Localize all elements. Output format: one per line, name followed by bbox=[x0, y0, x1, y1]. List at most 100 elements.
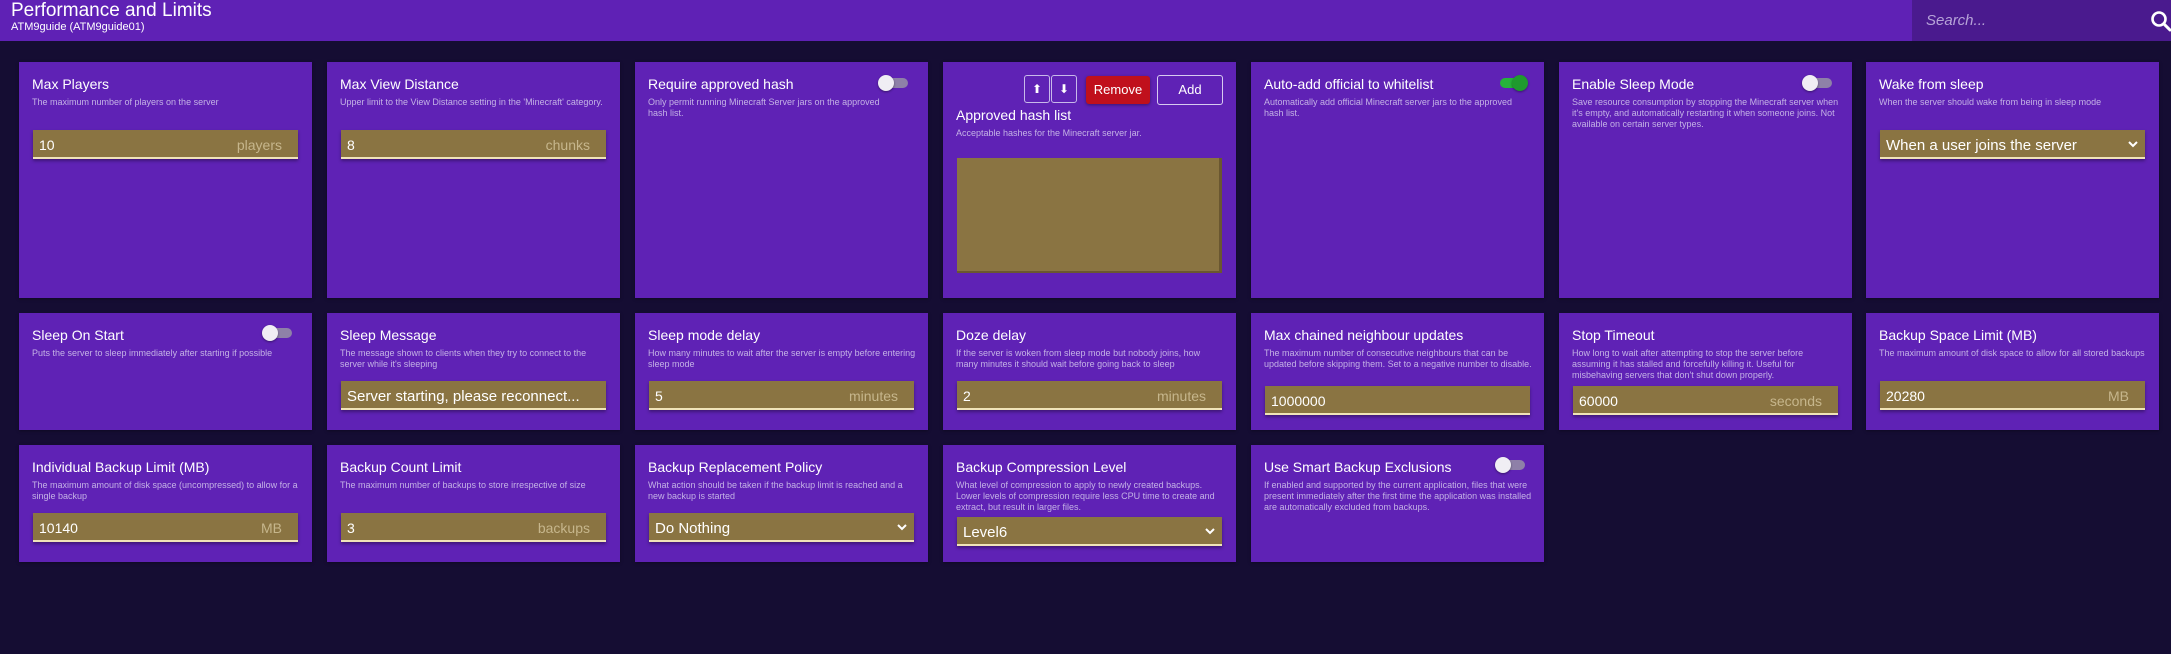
sleep-on-start-card: Sleep On Start Puts the server to sleep … bbox=[19, 313, 312, 430]
toggle-knob bbox=[262, 325, 278, 341]
card-title: Max chained neighbour updates bbox=[1264, 327, 1464, 343]
max-chained-neighbour-updates-input[interactable]: 1000000 bbox=[1265, 386, 1530, 415]
backup-replacement-policy-select[interactable]: Do Nothing bbox=[649, 513, 914, 542]
card-title: Max View Distance bbox=[340, 76, 459, 92]
field-unit: MB bbox=[2108, 388, 2129, 404]
card-title: Backup Compression Level bbox=[956, 459, 1127, 475]
card-description: The maximum amount of disk space (uncomp… bbox=[32, 480, 298, 501]
individual-backup-limit-card: Individual Backup Limit (MB) The maximum… bbox=[19, 445, 312, 562]
card-title: Use Smart Backup Exclusions bbox=[1264, 459, 1452, 475]
card-title: Sleep Message bbox=[340, 327, 437, 343]
smart-backup-exclusions-card: Use Smart Backup Exclusions If enabled a… bbox=[1251, 445, 1544, 562]
field-value: 60000 bbox=[1579, 393, 1618, 409]
backup-space-limit-input[interactable]: 20280 MB bbox=[1880, 381, 2145, 410]
field-value: Level6 bbox=[963, 524, 1008, 541]
field-value: 2 bbox=[963, 388, 971, 404]
card-description: What action should be taken if the backu… bbox=[648, 480, 903, 501]
toggle-knob bbox=[878, 75, 894, 91]
stop-timeout-input[interactable]: 60000 seconds bbox=[1573, 386, 1838, 415]
require-approved-hash-toggle[interactable] bbox=[878, 75, 910, 91]
backup-compression-level-select[interactable]: Level6 bbox=[957, 517, 1222, 546]
card-description: When the server should wake from being i… bbox=[1879, 97, 2102, 107]
sleep-mode-delay-card: Sleep mode delay How many minutes to wai… bbox=[635, 313, 928, 430]
max-players-card: Max Players The maximum number of player… bbox=[19, 62, 312, 298]
card-title: Backup Count Limit bbox=[340, 459, 462, 475]
field-value: 3 bbox=[347, 520, 355, 536]
field-unit: backups bbox=[537, 520, 590, 536]
hash-list[interactable] bbox=[957, 158, 1222, 273]
card-title: Max Players bbox=[32, 76, 110, 92]
doze-delay-card: Doze delay If the server is woken from s… bbox=[943, 313, 1236, 430]
field-value: 5 bbox=[655, 388, 663, 404]
field-unit: chunks bbox=[545, 137, 590, 153]
chevron-down-icon bbox=[897, 524, 907, 531]
card-title: Doze delay bbox=[956, 327, 1027, 343]
card-title: Wake from sleep bbox=[1879, 76, 1984, 92]
move-up-button[interactable]: ⬆ bbox=[1024, 75, 1050, 103]
enable-sleep-mode-card: Enable Sleep Mode Save resource consumpt… bbox=[1559, 62, 1852, 298]
auto-add-official-toggle[interactable] bbox=[1496, 75, 1528, 91]
wake-from-sleep-select[interactable]: When a user joins the server bbox=[1880, 130, 2145, 159]
field-unit: players bbox=[236, 137, 282, 153]
backup-count-limit-input[interactable]: 3 backups bbox=[341, 513, 606, 542]
card-title: Backup Replacement Policy bbox=[648, 459, 823, 475]
field-value: Do Nothing bbox=[655, 520, 731, 537]
search-icon[interactable] bbox=[2149, 9, 2171, 33]
max-chained-neighbour-updates-card: Max chained neighbour updates The maximu… bbox=[1251, 313, 1544, 430]
backup-compression-level-card: Backup Compression Level What level of c… bbox=[943, 445, 1236, 562]
card-title: Require approved hash bbox=[648, 76, 794, 92]
field-value: 10140 bbox=[39, 520, 78, 536]
sleep-message-card: Sleep Message The message shown to clien… bbox=[327, 313, 620, 430]
individual-backup-limit-input[interactable]: 10140 MB bbox=[33, 513, 298, 542]
toggle-knob bbox=[1495, 457, 1511, 473]
doze-delay-input[interactable]: 2 minutes bbox=[957, 381, 1222, 410]
chevron-down-icon bbox=[1205, 528, 1215, 535]
backup-space-limit-card: Backup Space Limit (MB) The maximum amou… bbox=[1866, 313, 2159, 430]
card-title: Backup Space Limit (MB) bbox=[1879, 327, 2037, 343]
backup-count-limit-card: Backup Count Limit The maximum number of… bbox=[327, 445, 620, 562]
field-value: When a user joins the server bbox=[1886, 137, 2077, 154]
max-view-distance-input[interactable]: 8 chunks bbox=[341, 130, 606, 159]
enable-sleep-mode-toggle[interactable] bbox=[1802, 75, 1834, 91]
add-button[interactable]: Add bbox=[1157, 75, 1223, 105]
field-value: 20280 bbox=[1886, 388, 1925, 404]
field-unit: minutes bbox=[848, 388, 898, 404]
card-description: The maximum number of players on the ser… bbox=[32, 97, 219, 107]
max-players-input[interactable]: 10 players bbox=[33, 130, 298, 159]
stop-timeout-card: Stop Timeout How long to wait after atte… bbox=[1559, 313, 1852, 430]
approved-hash-list-card: ⬆ ⬇ Remove Add Approved hash list Accept… bbox=[943, 62, 1236, 298]
field-value: 1000000 bbox=[1271, 393, 1326, 409]
remove-button[interactable]: Remove bbox=[1086, 76, 1150, 104]
card-description: The maximum amount of disk space to allo… bbox=[1879, 348, 2145, 358]
field-unit: MB bbox=[261, 520, 282, 536]
field-value: 8 bbox=[347, 137, 355, 153]
card-description: Acceptable hashes for the Minecraft serv… bbox=[956, 128, 1142, 138]
card-title: Approved hash list bbox=[956, 107, 1072, 123]
card-description: If enabled and supported by the current … bbox=[1264, 480, 1532, 512]
card-description: How long to wait after attempting to sto… bbox=[1572, 348, 1804, 380]
card-description: If the server is woken from sleep mode b… bbox=[956, 348, 1201, 369]
card-description: The maximum number of consecutive neighb… bbox=[1264, 348, 1532, 369]
chevron-down-icon bbox=[2128, 141, 2138, 148]
move-down-button[interactable]: ⬇ bbox=[1051, 75, 1077, 103]
backup-replacement-policy-card: Backup Replacement Policy What action sh… bbox=[635, 445, 928, 562]
card-title: Stop Timeout bbox=[1572, 327, 1655, 343]
search-input[interactable] bbox=[1926, 8, 2126, 32]
smart-backup-exclusions-toggle[interactable] bbox=[1495, 457, 1527, 473]
card-description: Only permit running Minecraft Server jar… bbox=[648, 97, 880, 118]
page-title: Performance and Limits bbox=[11, 0, 212, 21]
card-title: Enable Sleep Mode bbox=[1572, 76, 1695, 92]
field-unit: seconds bbox=[1769, 393, 1822, 409]
search-box bbox=[1912, 0, 2171, 41]
wake-from-sleep-card: Wake from sleep When the server should w… bbox=[1866, 62, 2159, 298]
card-description: Automatically add official Minecraft ser… bbox=[1264, 97, 1512, 118]
instance-subtitle: ATM9guide (ATM9guide01) bbox=[11, 21, 145, 33]
card-title: Sleep mode delay bbox=[648, 327, 761, 343]
field-unit: minutes bbox=[1156, 388, 1206, 404]
sleep-message-input[interactable]: Server starting, please reconnect... bbox=[341, 381, 606, 410]
sleep-on-start-toggle[interactable] bbox=[262, 325, 294, 341]
field-value: 10 bbox=[39, 137, 55, 153]
top-bar: Performance and Limits ATM9guide (ATM9gu… bbox=[0, 0, 2171, 41]
card-description: Save resource consumption by stopping th… bbox=[1572, 97, 1839, 129]
sleep-mode-delay-input[interactable]: 5 minutes bbox=[649, 381, 914, 410]
